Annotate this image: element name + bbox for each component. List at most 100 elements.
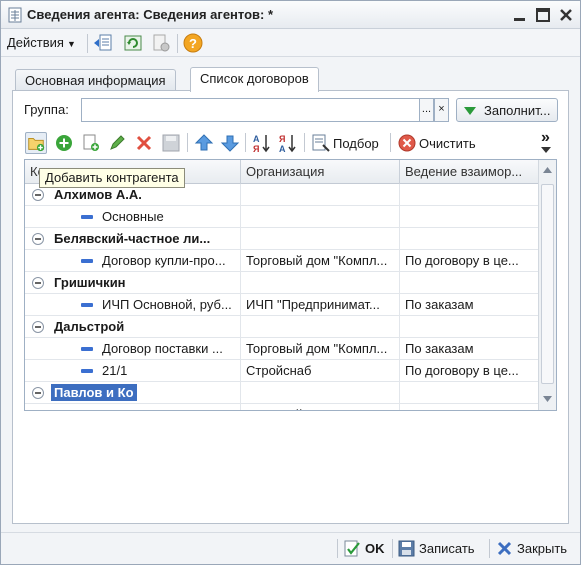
- close-icon[interactable]: [557, 6, 575, 24]
- column-header-organization[interactable]: Организация: [241, 160, 400, 184]
- cell-counterparty[interactable]: Основные: [25, 206, 241, 228]
- cell-mode[interactable]: [400, 206, 538, 228]
- collapse-icon[interactable]: [32, 189, 44, 201]
- cell-organization[interactable]: [241, 382, 400, 404]
- agent-info-window: Сведения агента: Сведения агентов: * Дей…: [0, 0, 581, 565]
- cell-mode[interactable]: По заказам: [400, 338, 538, 360]
- footer-separator: [392, 539, 393, 558]
- cell-counterparty[interactable]: Дальстрой: [25, 316, 241, 338]
- cell-mode[interactable]: [400, 272, 538, 294]
- column-header-mode[interactable]: Ведение взаимор...: [400, 160, 538, 184]
- collapse-icon[interactable]: [32, 321, 44, 333]
- cell-organization[interactable]: [241, 272, 400, 294]
- counterparty-name: Договор поставки ...: [102, 341, 223, 356]
- cell-organization[interactable]: [241, 206, 400, 228]
- document-settings-icon[interactable]: [151, 33, 171, 53]
- help-icon[interactable]: ?: [183, 33, 203, 53]
- cell-mode[interactable]: [400, 228, 538, 250]
- modified-marker: *: [268, 7, 274, 22]
- move-to-list-icon[interactable]: [93, 33, 113, 53]
- more-arrow-icon[interactable]: [541, 147, 551, 153]
- contract-item-icon: [81, 347, 93, 351]
- tab-main-info[interactable]: Основная информация: [15, 69, 176, 91]
- scroll-down-icon[interactable]: [542, 395, 553, 403]
- collapse-icon[interactable]: [32, 233, 44, 245]
- scroll-up-icon[interactable]: [542, 166, 553, 174]
- table-row[interactable]: ИЧП Основной, руб... ИЧП "Предпринимат...…: [25, 294, 538, 316]
- cell-counterparty[interactable]: Гришичкин: [25, 272, 241, 294]
- vertical-scrollbar[interactable]: [538, 160, 556, 410]
- cell-organization[interactable]: Торговый дом "Компл...: [241, 404, 400, 410]
- cell-organization[interactable]: Торговый дом "Компл...: [241, 250, 400, 272]
- pick-button[interactable]: Подбор: [333, 136, 379, 151]
- scrollbar-thumb[interactable]: [541, 184, 554, 384]
- cell-organization[interactable]: Стройснаб: [241, 360, 400, 382]
- table-row[interactable]: Договор поставки ... Торговый дом "Компл.…: [25, 338, 538, 360]
- ok-check-icon: [344, 540, 360, 557]
- cell-counterparty[interactable]: 21/1: [25, 360, 241, 382]
- edit-icon[interactable]: [106, 132, 128, 154]
- table-group-row[interactable]: Дальстрой: [25, 316, 538, 338]
- tab-contracts-list[interactable]: Список договоров: [190, 67, 319, 92]
- table-group-row[interactable]: Павлов и Ко: [25, 382, 538, 404]
- save-button[interactable]: Записать: [398, 539, 484, 559]
- cell-counterparty[interactable]: ИЧП Основной, руб...: [25, 294, 241, 316]
- sort-ascending-icon[interactable]: А Я: [251, 132, 273, 154]
- minimize-icon[interactable]: [511, 6, 529, 24]
- table-group-row[interactable]: Белявский-частное ли...: [25, 228, 538, 250]
- actions-menu-label: Действия: [7, 35, 64, 50]
- contract-item-icon: [81, 369, 93, 373]
- move-down-icon[interactable]: [219, 132, 241, 154]
- cell-mode[interactable]: [400, 184, 538, 206]
- group-clear-button[interactable]: ×: [434, 98, 449, 122]
- cell-organization[interactable]: Торговый дом "Компл...: [241, 338, 400, 360]
- table-row[interactable]: 21/1 Стройснаб По договору в це...: [25, 360, 538, 382]
- clear-icon[interactable]: [396, 132, 418, 154]
- table-row[interactable]: Договор купли-про... Торговый дом "Компл.…: [25, 250, 538, 272]
- cell-counterparty[interactable]: Договор поставки ...: [25, 338, 241, 360]
- refresh-icon[interactable]: [123, 33, 143, 53]
- maximize-icon[interactable]: [534, 6, 552, 24]
- cell-mode[interactable]: [400, 382, 538, 404]
- fill-triangle-icon: [464, 107, 476, 115]
- cell-counterparty[interactable]: Белявский-частное ли...: [25, 228, 241, 250]
- cell-mode[interactable]: По заказам: [400, 294, 538, 316]
- pick-icon[interactable]: [310, 132, 332, 154]
- table-row[interactable]: Договор № ТК-02... Торговый дом "Компл...…: [25, 404, 538, 410]
- cell-counterparty[interactable]: Павлов и Ко: [25, 382, 241, 404]
- group-select-button[interactable]: ...: [419, 98, 434, 122]
- table-row[interactable]: Основные: [25, 206, 538, 228]
- collapse-icon[interactable]: [32, 387, 44, 399]
- close-button[interactable]: Закрыть: [496, 539, 574, 559]
- cell-organization[interactable]: [241, 316, 400, 338]
- svg-text:А: А: [253, 134, 260, 144]
- dropdown-arrow-icon: ▼: [66, 39, 76, 49]
- delete-icon[interactable]: [133, 132, 155, 154]
- collapse-icon[interactable]: [32, 277, 44, 289]
- save-row-icon[interactable]: [160, 132, 182, 154]
- group-input[interactable]: [81, 98, 420, 122]
- cell-organization[interactable]: [241, 184, 400, 206]
- add-counterparty-icon[interactable]: [25, 132, 47, 154]
- cell-mode[interactable]: По договору в це...: [400, 250, 538, 272]
- copy-icon[interactable]: [80, 132, 102, 154]
- cell-mode[interactable]: По ...: [400, 404, 538, 410]
- svg-text:?: ?: [189, 36, 197, 51]
- cell-organization[interactable]: [241, 228, 400, 250]
- svg-text:А: А: [279, 144, 286, 154]
- sort-descending-icon[interactable]: Я А: [277, 132, 299, 154]
- more-commands-button[interactable]: »: [541, 129, 550, 147]
- clear-button[interactable]: Очистить: [419, 136, 476, 151]
- ok-button[interactable]: OK: [344, 539, 389, 559]
- title-bar: Сведения агента: Сведения агентов: *: [1, 1, 580, 29]
- move-up-icon[interactable]: [193, 132, 215, 154]
- cell-organization[interactable]: ИЧП "Предпринимат...: [241, 294, 400, 316]
- actions-menu[interactable]: Действия ▼: [7, 35, 76, 50]
- fill-button[interactable]: Заполнит...: [456, 98, 558, 122]
- cell-mode[interactable]: [400, 316, 538, 338]
- add-icon[interactable]: [53, 132, 75, 154]
- cell-counterparty[interactable]: Договор купли-про...: [25, 250, 241, 272]
- table-group-row[interactable]: Гришичкин: [25, 272, 538, 294]
- cell-mode[interactable]: По договору в це...: [400, 360, 538, 382]
- cell-counterparty[interactable]: Договор № ТК-02...: [25, 404, 241, 410]
